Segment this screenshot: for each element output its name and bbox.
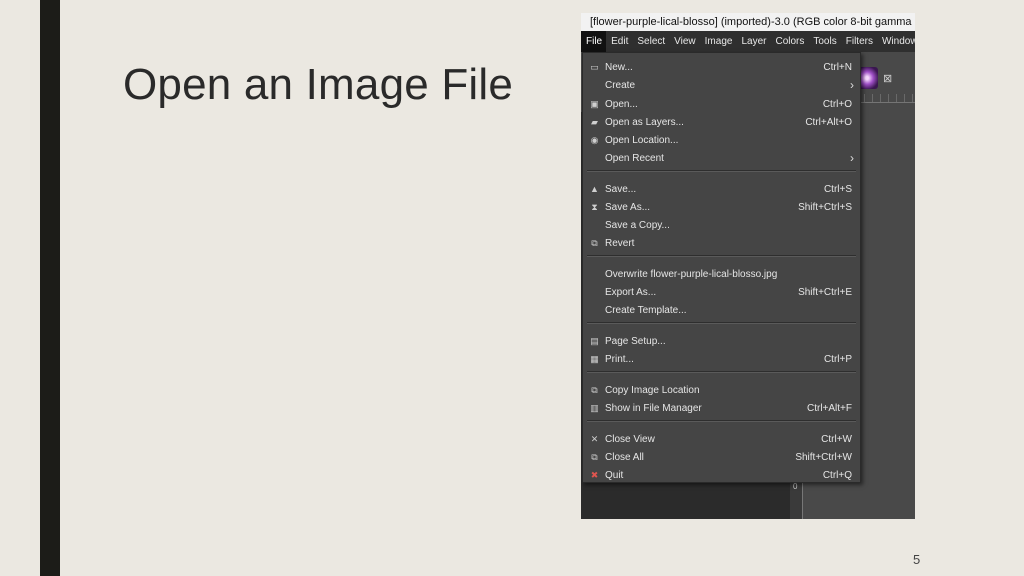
window-titlebar: [flower-purple-lical-blosso] (imported)-… bbox=[581, 13, 915, 31]
menu-layer[interactable]: Layer bbox=[736, 31, 770, 52]
menu-item-revert[interactable]: ⧉ Revert bbox=[583, 234, 860, 252]
menu-item-create-template[interactable]: Create Template... bbox=[583, 301, 860, 319]
menu-item-overwrite[interactable]: Overwrite flower-purple-lical-blosso.jpg bbox=[583, 265, 860, 283]
submenu-arrow-icon: › bbox=[850, 151, 854, 165]
quit-icon: ✖ bbox=[590, 469, 599, 480]
menu-item-close-view[interactable]: ✕ Close View Ctrl+W bbox=[583, 430, 860, 448]
menu-item-save-copy[interactable]: Save a Copy... bbox=[583, 216, 860, 234]
menu-item-close-all[interactable]: ⧉ Close All Shift+Ctrl+W bbox=[583, 448, 860, 466]
menu-separator bbox=[587, 371, 856, 373]
printer-icon: ▦ bbox=[590, 353, 599, 364]
close-all-icon: ⧉ bbox=[591, 451, 598, 462]
layers-icon: ▰ bbox=[591, 116, 598, 127]
menu-filters[interactable]: Filters bbox=[841, 31, 877, 52]
menu-item-open[interactable]: ▣ Open... Ctrl+O bbox=[583, 95, 860, 113]
horizontal-ruler bbox=[856, 94, 915, 103]
menu-colors[interactable]: Colors bbox=[770, 31, 808, 52]
menu-item-open-as-layers[interactable]: ▰ Open as Layers... Ctrl+Alt+O bbox=[583, 113, 860, 131]
menu-image[interactable]: Image bbox=[700, 31, 737, 52]
page-number: 5 bbox=[913, 552, 921, 567]
menu-item-create[interactable]: Create › bbox=[583, 76, 860, 94]
menu-item-save[interactable]: ▲ Save... Ctrl+S bbox=[583, 180, 860, 198]
window-title: [flower-purple-lical-blosso] (imported)-… bbox=[590, 16, 915, 28]
menu-item-open-location[interactable]: ◉ Open Location... bbox=[583, 131, 860, 149]
copy-icon: ⧉ bbox=[591, 384, 598, 395]
menu-separator bbox=[587, 322, 856, 324]
submenu-arrow-icon: › bbox=[850, 78, 854, 92]
menu-edit[interactable]: Edit bbox=[606, 31, 632, 52]
menu-windows[interactable]: Windows bbox=[877, 31, 915, 52]
close-tab-icon[interactable]: ⊠ bbox=[883, 72, 892, 85]
new-icon: ▭ bbox=[590, 61, 599, 72]
revert-icon: ⧉ bbox=[591, 237, 598, 248]
menu-file[interactable]: File bbox=[581, 31, 607, 52]
menu-separator bbox=[587, 255, 856, 257]
menu-item-open-recent[interactable]: Open Recent › bbox=[583, 149, 860, 167]
menu-item-show-in-file-manager[interactable]: ▥ Show in File Manager Ctrl+Alt+F bbox=[583, 399, 860, 417]
gimp-screenshot: [flower-purple-lical-blosso] (imported)-… bbox=[581, 13, 915, 519]
menu-separator bbox=[587, 420, 856, 422]
close-icon: ✕ bbox=[590, 433, 599, 444]
menu-view[interactable]: View bbox=[669, 31, 700, 52]
save-as-icon: ⧗ bbox=[591, 201, 598, 212]
menu-item-print[interactable]: ▦ Print... Ctrl+P bbox=[583, 350, 860, 368]
file-menu-dropdown: ▭ New... Ctrl+N Create › ▣ Open... Ctrl+… bbox=[582, 52, 861, 483]
file-manager-icon: ▥ bbox=[590, 402, 599, 413]
menu-item-copy-image-location[interactable]: ⧉ Copy Image Location bbox=[583, 381, 860, 399]
globe-icon: ◉ bbox=[590, 134, 599, 145]
menu-item-new[interactable]: ▭ New... Ctrl+N bbox=[583, 58, 860, 76]
menu-item-export-as[interactable]: Export As... Shift+Ctrl+E bbox=[583, 283, 860, 301]
menu-tools[interactable]: Tools bbox=[808, 31, 840, 52]
menu-item-page-setup[interactable]: ▤ Page Setup... bbox=[583, 332, 860, 350]
page-setup-icon: ▤ bbox=[590, 335, 599, 346]
menu-separator bbox=[587, 170, 856, 172]
menu-select[interactable]: Select bbox=[632, 31, 669, 52]
open-image-icon: ▣ bbox=[590, 98, 599, 109]
menubar: File Edit Select View Image Layer Colors… bbox=[581, 31, 915, 52]
accent-bar bbox=[40, 0, 60, 576]
save-icon: ▲ bbox=[590, 183, 599, 194]
menu-item-save-as[interactable]: ⧗ Save As... Shift+Ctrl+S bbox=[583, 198, 860, 216]
slide-title: Open an Image File bbox=[123, 60, 514, 109]
menu-item-quit[interactable]: ✖ Quit Ctrl+Q bbox=[583, 466, 860, 484]
